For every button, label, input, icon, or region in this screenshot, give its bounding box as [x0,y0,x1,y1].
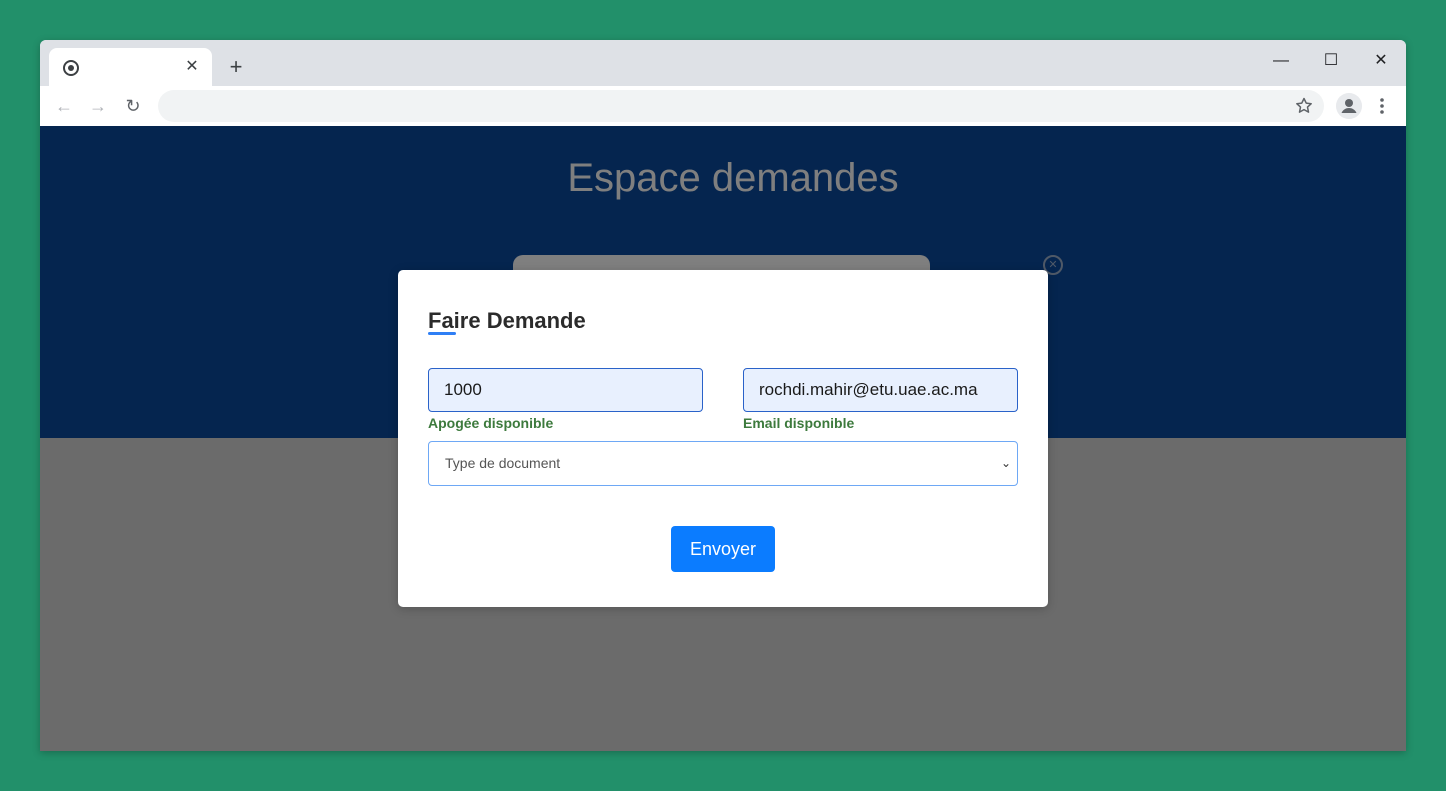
browser-tab[interactable]: ✕ [49,48,212,86]
document-type-value: Type de document [445,455,561,471]
address-bar[interactable] [158,90,1324,122]
modal-title: Faire Demande [428,308,586,333]
apogee-validation-message: Apogée disponible [428,415,554,431]
forward-button[interactable]: → [86,94,110,118]
menu-kebab-icon[interactable] [1370,94,1394,118]
new-tab-button[interactable]: + [224,56,248,80]
title-underline [428,332,456,335]
close-window-button[interactable]: ✕ [1361,46,1401,76]
browser-toolbar: ← → ↻ [40,86,1406,126]
submit-button[interactable]: Envoyer [671,526,775,572]
profile-avatar-icon[interactable] [1336,93,1362,119]
page-content: Espace demandes ✕ Faire Demande 1000 roc… [40,126,1406,751]
email-validation-message: Email disponible [743,415,855,431]
email-input[interactable]: rochdi.mahir@etu.uae.ac.ma [743,368,1018,412]
minimize-button[interactable]: — [1261,46,1301,76]
bookmark-star-icon[interactable] [1294,96,1314,116]
document-type-select[interactable]: Type de document ⌄ [428,441,1018,486]
tab-close-icon[interactable]: ✕ [182,57,202,77]
back-button[interactable]: ← [52,94,76,118]
apogee-input[interactable]: 1000 [428,368,703,412]
request-modal: Faire Demande 1000 rochdi.mahir@etu.uae.… [398,270,1048,607]
maximize-button[interactable]: ☐ [1311,46,1351,76]
chevron-down-icon: ⌄ [1000,456,1011,470]
browser-window: ✕ + — ☐ ✕ ← → ↻ Espace demandes [40,40,1406,751]
chrome-icon [63,60,79,76]
reload-button[interactable]: ↻ [121,94,145,118]
tab-strip: ✕ + — ☐ ✕ [40,40,1406,86]
